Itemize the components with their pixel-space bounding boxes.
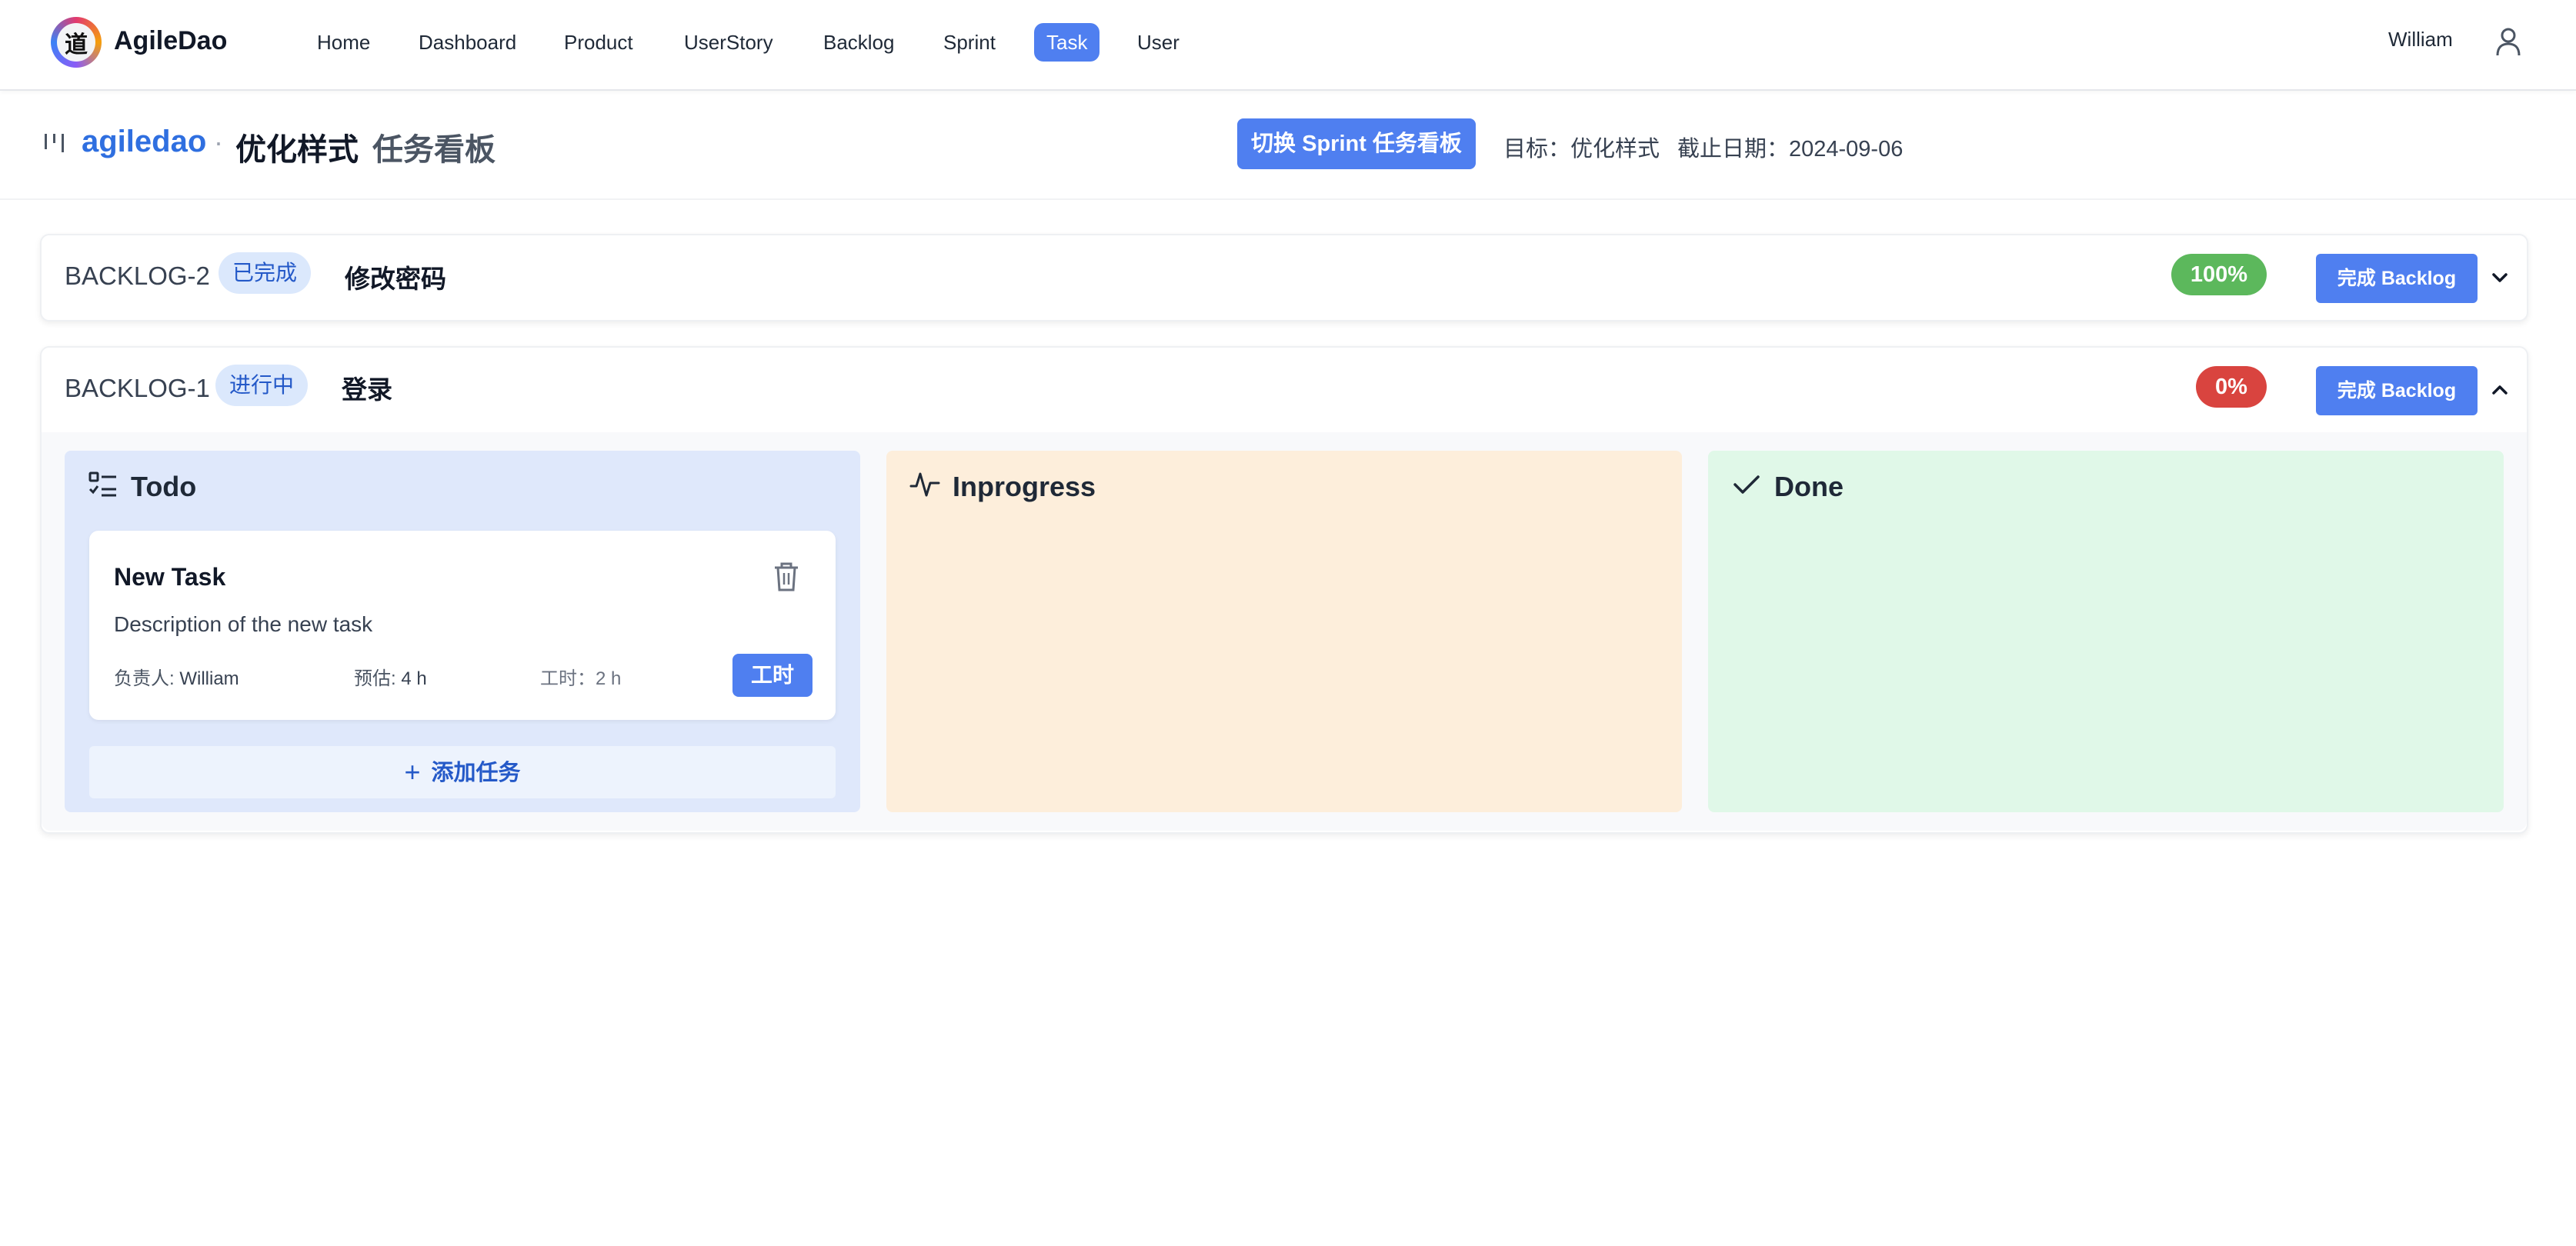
column-inprogress: Inprogress [886, 451, 1682, 812]
plus-icon: + [404, 756, 421, 788]
brand-name[interactable]: AgileDao [114, 26, 227, 56]
backlog-status-badge: 进行中 [215, 365, 309, 406]
assignee-value: William [179, 668, 239, 689]
estimate-value: 4 h [401, 668, 427, 689]
task-hours: 工时：2 h [540, 663, 621, 690]
backlog-id: BACKLOG-2 [65, 262, 210, 290]
column-todo: Todo New Task Description of the new tas… [65, 451, 860, 812]
hours-label: 工时： [540, 668, 596, 689]
task-assignee: 负责人: William [114, 663, 239, 690]
app-logo[interactable]: 道 [51, 17, 102, 68]
backlog-card-backlog-2[interactable]: BACKLOG-2 已完成 修改密码 100% 完成 Backlog [40, 234, 2528, 321]
nav-sprint[interactable]: Sprint [931, 23, 1008, 62]
complete-backlog-button[interactable]: 完成 Backlog [2316, 366, 2478, 415]
column-title: Todo [131, 471, 197, 502]
complete-backlog-button[interactable]: 完成 Backlog [2316, 254, 2478, 303]
sprint-goal: 目标：优化样式 [1503, 137, 1660, 162]
project-link[interactable]: agiledao [82, 125, 206, 159]
task-title: New Task [114, 563, 226, 591]
nav-task[interactable]: Task [1034, 23, 1100, 62]
trash-icon[interactable] [772, 561, 800, 592]
progress-badge: 100% [2171, 254, 2267, 295]
activity-icon [909, 472, 940, 497]
page-title: 任务看板 [372, 133, 496, 167]
task-description: Description of the new task [114, 612, 373, 636]
chevron-up-icon[interactable] [2488, 378, 2511, 401]
sprint-name: 优化样式 [235, 133, 359, 167]
assignee-label: 负责人: [114, 668, 175, 689]
progress-badge: 0% [2196, 366, 2267, 408]
nav-home[interactable]: Home [305, 23, 382, 62]
hours-value: 2 h [596, 668, 622, 689]
task-board: Todo New Task Description of the new tas… [42, 432, 2527, 831]
backlog-title: 登录 [342, 375, 392, 404]
nav-dashboard[interactable]: Dashboard [406, 23, 529, 62]
task-estimate: 预估: 4 h [354, 663, 427, 690]
chevron-down-icon[interactable] [2488, 266, 2511, 289]
backlog-id: BACKLOG-1 [65, 374, 210, 402]
sprint-deadline: 截止日期：2024-09-06 [1677, 137, 1904, 162]
backlog-card-backlog-1[interactable]: BACKLOG-1 进行中 登录 0% 完成 Backlog Todo New … [40, 346, 2528, 834]
backlog-title: 修改密码 [345, 265, 446, 293]
kanban-icon [45, 134, 64, 152]
nav-userstory[interactable]: UserStory [672, 23, 786, 62]
add-task-label: 添加任务 [431, 761, 521, 785]
current-user-name[interactable]: William [2388, 28, 2453, 52]
task-card[interactable]: New Task Description of the new task 负责人… [89, 531, 836, 720]
backlog-status-badge: 已完成 [219, 252, 312, 294]
column-done: Done [1708, 451, 2504, 812]
column-title: Done [1774, 471, 1844, 502]
top-navbar: 道 AgileDao Home Dashboard Product UserSt… [0, 0, 2576, 91]
check-icon [1733, 475, 1760, 494]
list-check-icon [88, 471, 116, 497]
nav-backlog[interactable]: Backlog [811, 23, 907, 62]
nav-product[interactable]: Product [552, 23, 646, 62]
logo-glyph: 道 [57, 23, 95, 62]
switch-sprint-board-button[interactable]: 切换 Sprint 任务看板 [1237, 118, 1476, 169]
nav-user[interactable]: User [1125, 23, 1192, 62]
user-icon[interactable] [2494, 26, 2522, 57]
log-hours-button[interactable]: 工时 [732, 654, 813, 697]
title-separator: · [214, 126, 223, 158]
add-task-button[interactable]: + 添加任务 [89, 746, 836, 798]
estimate-label: 预估: [354, 668, 396, 689]
column-title: Inprogress [953, 471, 1096, 502]
